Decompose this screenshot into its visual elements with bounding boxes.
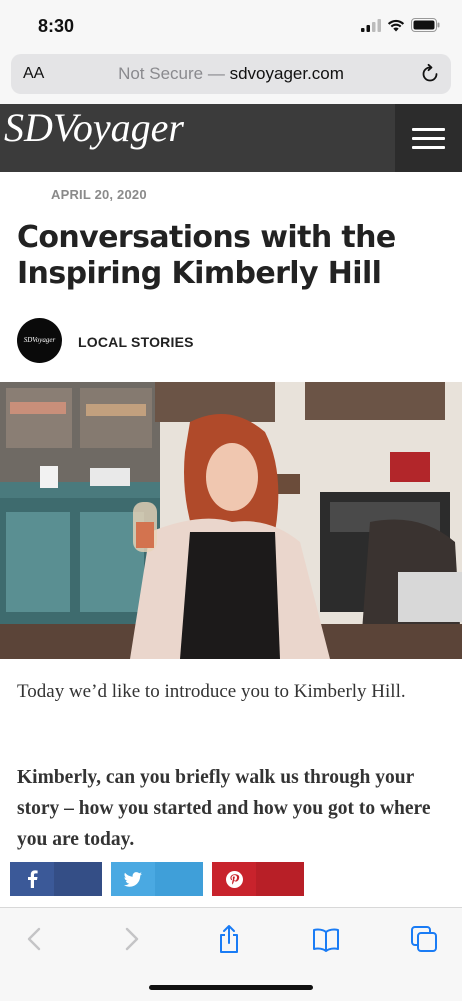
battery-icon — [411, 18, 440, 32]
avatar-logo-text: SDVoyager — [23, 336, 56, 344]
bookmarks-icon[interactable] — [311, 924, 341, 954]
home-indicator[interactable] — [149, 985, 313, 990]
status-icons — [361, 18, 440, 32]
article-photo — [0, 382, 462, 659]
facebook-share-button[interactable] — [10, 862, 102, 896]
cellular-signal-icon — [361, 18, 381, 32]
url-security-label: Not Secure — — [118, 64, 230, 83]
pinterest-share-button[interactable] — [212, 862, 304, 896]
url-display[interactable]: Not Secure — sdvoyager.com — [11, 64, 451, 84]
menu-bar-icon — [412, 146, 445, 149]
article-photo-illustration — [0, 382, 462, 659]
menu-bar-icon — [412, 128, 445, 131]
reload-icon[interactable] — [419, 63, 441, 85]
article-category-link[interactable]: LOCAL STORIES — [78, 334, 194, 350]
article-date: APRIL 20, 2020 — [51, 187, 147, 202]
hamburger-menu-button[interactable] — [395, 104, 462, 172]
back-icon[interactable] — [20, 924, 50, 954]
site-logo[interactable]: SDVoyager — [4, 104, 184, 151]
pinterest-icon — [212, 862, 256, 896]
interview-question: Kimberly, can you briefly walk us throug… — [17, 767, 431, 850]
article-intro: Today we’d like to introduce you to Kimb… — [17, 681, 406, 702]
menu-bar-icon — [412, 137, 445, 140]
facebook-icon — [10, 862, 54, 896]
status-time: 8:30 — [38, 16, 75, 36]
pinterest-share-fill — [256, 862, 304, 896]
author-avatar[interactable]: SDVoyager — [17, 318, 62, 363]
forward-icon[interactable] — [116, 924, 146, 954]
status-bar: 8:30 — [0, 0, 462, 50]
site-header: SDVoyager — [0, 104, 462, 172]
browser-chrome: AA Not Secure — sdvoyager.com — [0, 50, 462, 104]
twitter-share-fill — [155, 862, 203, 896]
tabs-icon[interactable] — [409, 924, 439, 954]
share-icon[interactable] — [214, 924, 244, 954]
twitter-icon — [111, 862, 155, 896]
url-bar[interactable]: AA Not Secure — sdvoyager.com — [11, 54, 451, 94]
facebook-share-fill — [54, 862, 102, 896]
url-domain: sdvoyager.com — [229, 64, 344, 83]
wifi-icon — [387, 19, 405, 31]
article-title: Conversations with the Inspiring Kimberl… — [17, 220, 396, 291]
twitter-share-button[interactable] — [111, 862, 203, 896]
